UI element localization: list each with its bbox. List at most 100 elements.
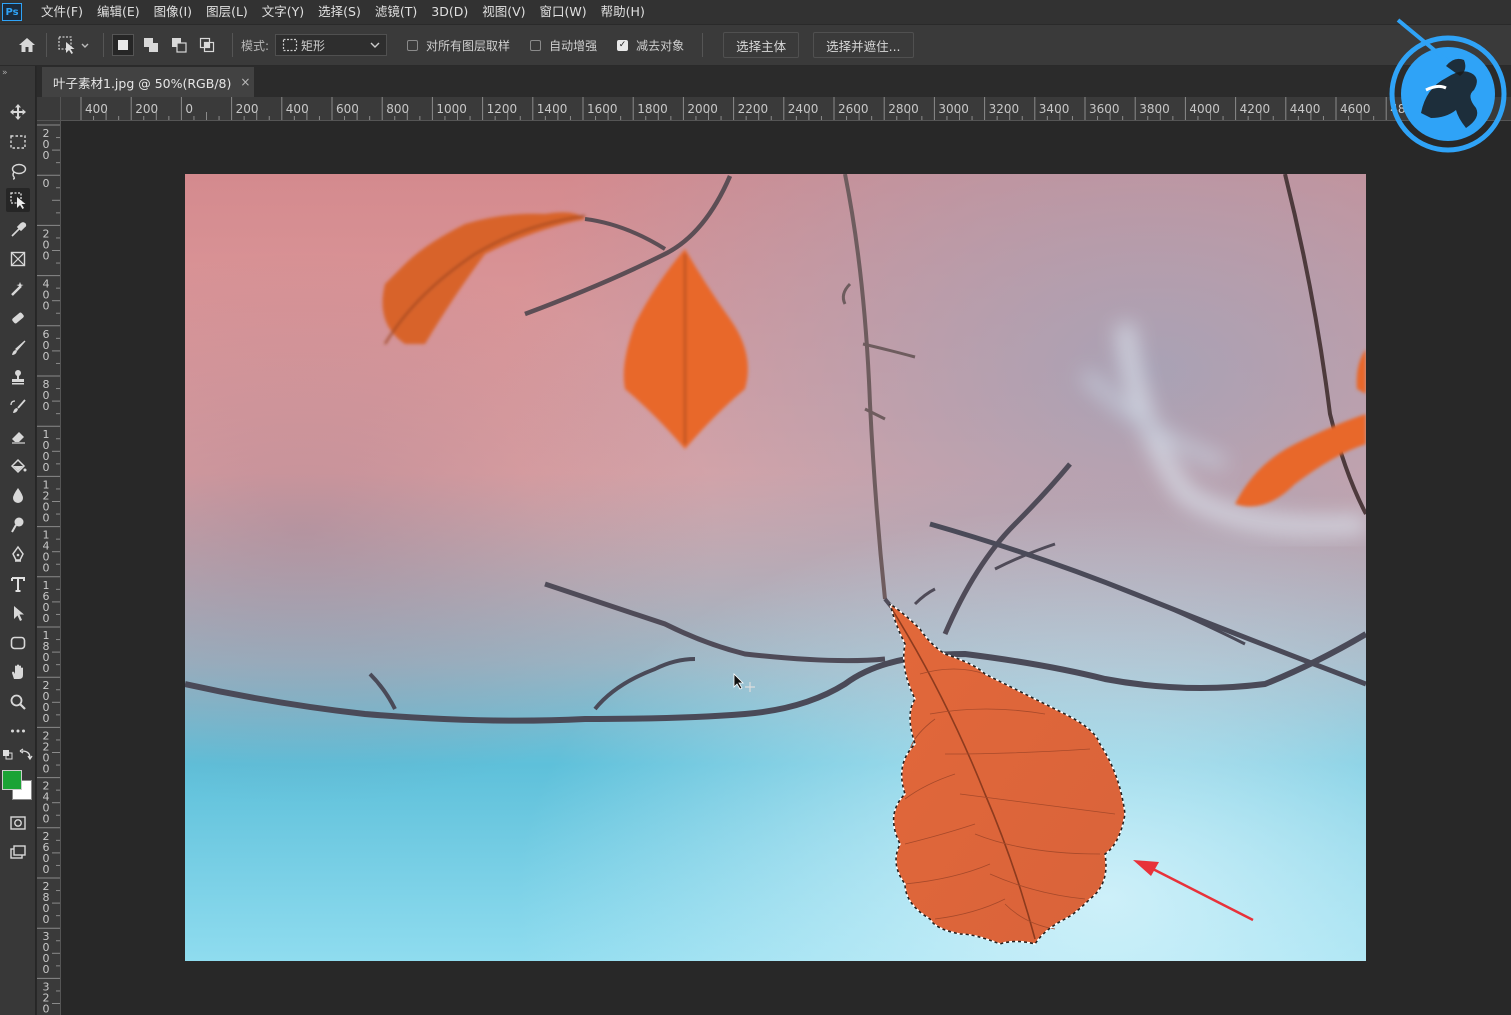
mode-select[interactable]: 矩形 — [275, 34, 388, 56]
subtract-from-selection-button[interactable] — [168, 34, 190, 56]
ruler-label: 0 — [43, 461, 50, 474]
ruler-label: 0 — [43, 562, 50, 575]
ruler-label: 2000 — [687, 102, 718, 116]
ruler-label: 4600 — [1340, 102, 1371, 116]
options-bar: 模式: 矩形 对所有图层取样 自动增强 ✓ 减去对象 选择主体 选择并遮住... — [0, 24, 1511, 66]
photoshop-logo-icon: Ps — [2, 3, 22, 21]
ruler-label: 3400 — [1039, 102, 1070, 116]
ruler-origin[interactable] — [37, 97, 61, 121]
spot-healing-tool-icon[interactable] — [6, 277, 30, 301]
ruler-label: 1800 — [637, 102, 668, 116]
path-selection-tool-icon[interactable] — [6, 601, 30, 625]
lasso-tool-icon[interactable] — [6, 159, 30, 183]
type-tool-icon[interactable] — [6, 572, 30, 596]
quick-mask-icon[interactable] — [6, 811, 30, 835]
home-icon[interactable] — [16, 34, 38, 56]
subtract-object-label: 减去对象 — [636, 38, 685, 53]
close-icon[interactable]: × — [240, 75, 250, 89]
zoom-tool-icon[interactable] — [6, 690, 30, 714]
auto-enhance-label: 自动增强 — [549, 38, 598, 53]
new-selection-button[interactable] — [112, 34, 134, 56]
default-colors-icon — [3, 748, 33, 761]
checkbox-checked-icon: ✓ — [617, 39, 629, 51]
swap-default-colors[interactable] — [2, 748, 34, 764]
ruler-label: 1600 — [587, 102, 618, 116]
blur-tool-icon[interactable] — [6, 483, 30, 507]
object-selection-tool-icon[interactable] — [6, 188, 30, 212]
menu-image[interactable]: 图像(I) — [147, 0, 199, 24]
options-divider — [702, 33, 704, 57]
menu-bar: Ps 文件(F) 编辑(E) 图像(I) 图层(L) 文字(Y) 选择(S) 滤… — [0, 0, 1511, 24]
chevron-down-icon — [370, 42, 380, 48]
annotation-arrow-icon — [1133, 860, 1254, 922]
intersect-selection-button[interactable] — [196, 34, 218, 56]
menu-type[interactable]: 文字(Y) — [255, 0, 311, 24]
ruler-label: 0 — [43, 350, 50, 363]
vertical-ruler-ticks: 2000200400600800100012001400160018002000… — [37, 124, 60, 1015]
frame-tool-icon[interactable] — [6, 247, 30, 271]
ruler-label: 2200 — [738, 102, 769, 116]
more-tools-icon[interactable] — [6, 719, 30, 743]
tool-preset-picker[interactable] — [55, 34, 95, 56]
ruler-label: 400 — [286, 102, 309, 116]
screen-mode-icon[interactable] — [6, 840, 30, 864]
select-subject-button[interactable]: 选择主体 — [723, 32, 800, 58]
ruler-label: 400 — [85, 102, 108, 116]
history-brush-tool-icon[interactable] — [6, 395, 30, 419]
brush-tool-icon[interactable] — [6, 336, 30, 360]
pen-tool-icon[interactable] — [6, 542, 30, 566]
ruler-label: 3200 — [989, 102, 1020, 116]
menu-layer[interactable]: 图层(L) — [199, 0, 255, 24]
menu-select[interactable]: 选择(S) — [311, 0, 368, 24]
document-tab[interactable]: 叶子素材1.jpg @ 50%(RGB/8) × — [42, 67, 254, 97]
ruler-label: 0 — [43, 612, 50, 625]
menu-window[interactable]: 窗口(W) — [533, 0, 594, 24]
ruler-label: 0 — [43, 963, 50, 976]
ruler-label: 0 — [43, 177, 50, 190]
ruler-label: 0 — [43, 913, 50, 926]
menu-edit[interactable]: 编辑(E) — [90, 0, 147, 24]
clone-stamp-tool-icon[interactable] — [6, 365, 30, 389]
document-tab-title: 叶子素材1.jpg @ 50%(RGB/8) — [53, 75, 232, 91]
document-tab-bar: 叶子素材1.jpg @ 50%(RGB/8) × — [37, 66, 1511, 97]
collapse-panel-icon[interactable]: » — [2, 68, 8, 78]
menu-filter[interactable]: 滤镜(T) — [368, 0, 424, 24]
ruler-label: 3800 — [1139, 102, 1170, 116]
ruler-label: 2600 — [838, 102, 869, 116]
auto-enhance-checkbox[interactable]: 自动增强 — [530, 37, 597, 54]
document-image[interactable] — [185, 174, 1366, 961]
move-tool-icon[interactable] — [6, 100, 30, 124]
sample-all-layers-checkbox[interactable]: 对所有图层取样 — [407, 37, 510, 54]
menu-file[interactable]: 文件(F) — [34, 0, 90, 24]
vertical-ruler[interactable]: 2000200400600800100012001400160018002000… — [37, 121, 61, 1015]
select-and-mask-button[interactable]: 选择并遮住... — [813, 32, 914, 58]
ruler-label: 600 — [336, 102, 359, 116]
ruler-label: 200 — [135, 102, 158, 116]
options-divider — [103, 33, 104, 57]
hand-tool-icon[interactable] — [6, 660, 30, 684]
paint-bucket-tool-icon[interactable] — [6, 454, 30, 478]
menu-3d[interactable]: 3D(D) — [424, 0, 475, 24]
ruler-label: 1000 — [436, 102, 467, 116]
watermark-logo-icon — [1386, 18, 1510, 156]
options-divider — [46, 33, 47, 57]
dodge-tool-icon[interactable] — [6, 513, 30, 537]
horizontal-ruler-ticks: 400 200 0 200 400 600 800 1000 1200 1400 1600 1800 2… — [80, 97, 1425, 120]
add-to-selection-button[interactable] — [140, 34, 162, 56]
marquee-tool-icon[interactable] — [6, 130, 30, 154]
patch-tool-icon[interactable] — [6, 306, 30, 330]
foreground-color-swatch[interactable] — [2, 770, 22, 790]
subtract-object-checkbox[interactable]: ✓ 减去对象 — [617, 37, 684, 54]
shape-tool-icon[interactable] — [6, 631, 30, 655]
checkbox-box — [407, 39, 419, 51]
ruler-label: 200 — [236, 102, 259, 116]
ruler-label: 1400 — [537, 102, 568, 116]
mode-label: 模式: — [241, 38, 270, 53]
menu-view[interactable]: 视图(V) — [475, 0, 532, 24]
ruler-label: 4200 — [1240, 102, 1271, 116]
eraser-tool-icon[interactable] — [6, 424, 30, 448]
checkbox-box — [530, 39, 542, 51]
horizontal-ruler[interactable]: 400 200 0 200 400 600 800 1000 1200 1400 1600 1800 2… — [61, 97, 1511, 121]
eyedropper-tool-icon[interactable] — [6, 218, 30, 242]
menu-help[interactable]: 帮助(H) — [594, 0, 652, 24]
